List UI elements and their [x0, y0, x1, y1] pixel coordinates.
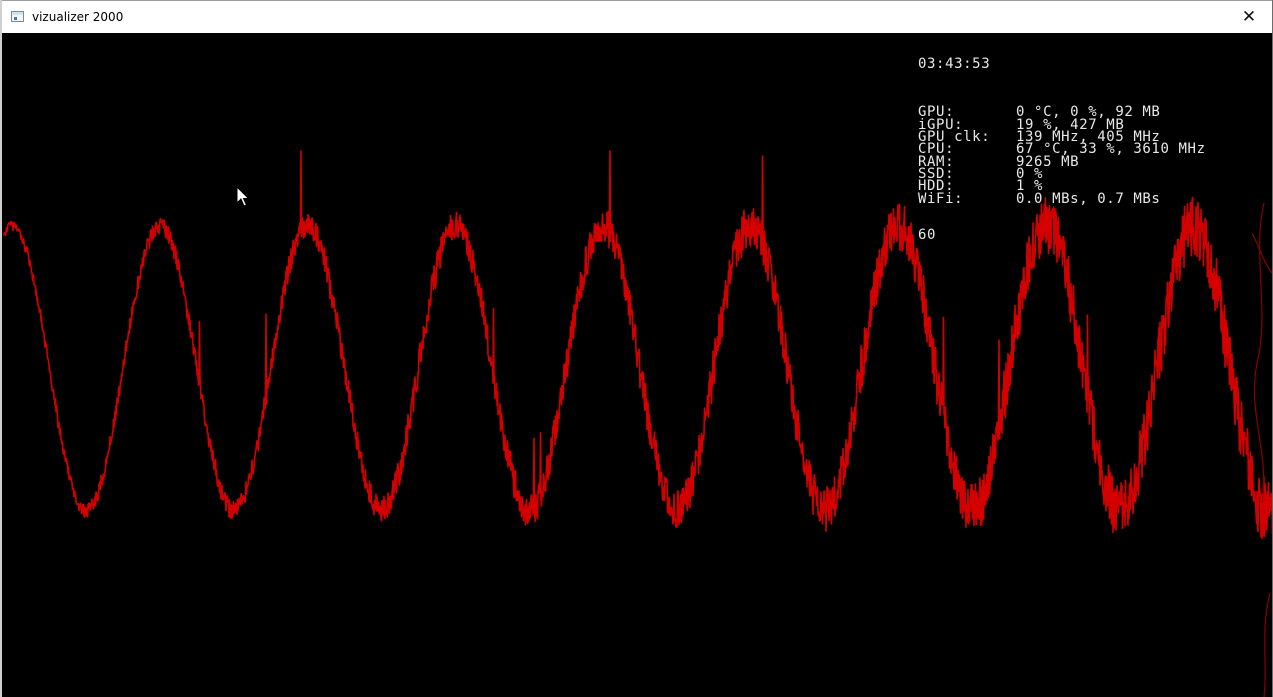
clock-readout: 03:43:53: [918, 55, 991, 72]
stats-list: GPU: 0 °C, 0 %, 92 MB iGPU: 19 %, 427 MB GPU…: [918, 105, 1206, 207]
visualizer-canvas: 03:43:53 GPU: 0 °C, 0 %, 92 MB iGPU: 19 %, …: [2, 33, 1272, 697]
fps-readout: 60: [918, 227, 937, 244]
stat-row: RAM: 9265 MB: [918, 154, 1206, 168]
close-button[interactable]: ✕: [1226, 1, 1272, 33]
stat-row: SSD: 0 %: [918, 167, 1206, 181]
system-stats-overlay: 03:43:53 GPU: 0 °C, 0 %, 92 MB iGPU: 19 %, …: [918, 33, 1206, 266]
decorative-swirl: [1251, 202, 1272, 697]
stat-value: 0.0 MBs, 0.7 MBs: [1016, 190, 1161, 207]
mouse-pointer-icon: [236, 186, 250, 207]
window-title: vizualizer 2000: [32, 10, 124, 24]
app-window-icon: [11, 11, 24, 22]
title-bar[interactable]: vizualizer 2000 ✕: [2, 0, 1272, 33]
stat-row: WiFi: 0.0 MBs, 0.7 MBs: [918, 190, 1206, 207]
app-window: vizualizer 2000 ✕ 03:43:53 GPU: 0 °C, 0 %…: [0, 0, 1273, 697]
stat-label: WiFi:: [918, 190, 964, 207]
